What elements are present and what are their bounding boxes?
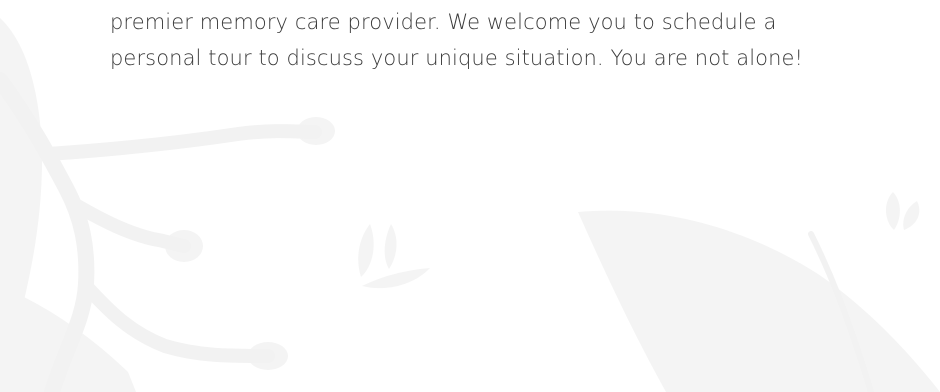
center-small-sprout-right-leaf bbox=[384, 224, 397, 269]
large-right-leaf-shape bbox=[578, 210, 940, 392]
lower-branch-stem bbox=[79, 279, 275, 363]
memory-care-intro-paragraph: premier memory care provider. We welcome… bbox=[110, 4, 910, 76]
center-small-sprout-base-leaf bbox=[362, 268, 430, 289]
intro-line-2: personal tour to discuss your unique sit… bbox=[110, 46, 804, 70]
upper-branch-stem bbox=[41, 124, 322, 161]
center-small-sprout-left-leaf bbox=[358, 224, 374, 277]
intro-line-1: premier memory care provider. We welcome… bbox=[110, 10, 777, 34]
right-small-sprout-left-leaf bbox=[885, 192, 900, 230]
memory-care-intro-section: premier memory care provider. We welcome… bbox=[0, 0, 940, 392]
right-small-sprout-right-leaf bbox=[903, 201, 920, 230]
